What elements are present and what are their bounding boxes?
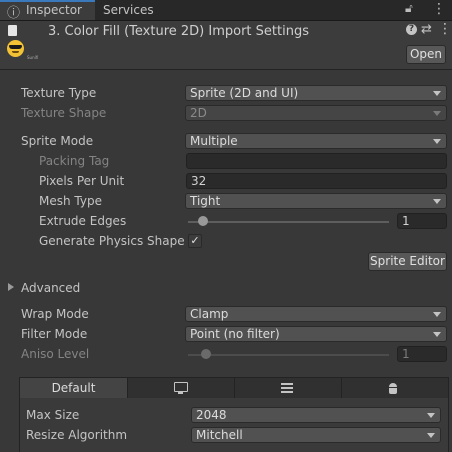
filter-mode-value: Point (no filter) — [190, 327, 280, 341]
sprite-mode-value: Multiple — [190, 134, 238, 148]
sprite-mode-label: Sprite Mode — [21, 134, 94, 148]
tab-standalone-platform[interactable] — [128, 378, 235, 399]
context-menu-icon[interactable]: ⋮ — [438, 21, 452, 37]
android-icon — [388, 383, 398, 394]
filter-mode-dropdown[interactable]: Point (no filter) — [185, 326, 447, 342]
mesh-type-dropdown[interactable]: Tight — [185, 193, 447, 209]
extrude-edges-field[interactable]: 1 — [397, 213, 447, 229]
packing-tag-label: Packing Tag — [39, 154, 110, 168]
kebab-menu-icon[interactable]: ⋮ — [432, 1, 446, 17]
tab-server-platform[interactable] — [235, 378, 342, 399]
pixels-per-unit-field[interactable]: 32 — [186, 173, 447, 189]
resize-algorithm-value: Mitchell — [196, 428, 243, 442]
chevron-down-icon — [433, 111, 441, 116]
texture-type-dropdown[interactable]: Sprite (2D and UI) — [185, 85, 447, 101]
advanced-foldout[interactable]: Advanced — [21, 281, 80, 295]
aniso-level-slider-track — [188, 354, 389, 356]
chevron-down-icon — [433, 91, 441, 96]
resize-algorithm-label: Resize Algorithm — [26, 428, 128, 442]
info-icon: ⓘ — [7, 6, 21, 21]
mesh-type-label: Mesh Type — [39, 194, 102, 208]
max-size-dropdown[interactable]: 2048 — [191, 407, 441, 423]
max-size-label: Max Size — [26, 408, 80, 422]
chevron-down-icon — [433, 312, 441, 317]
foldout-arrow-icon[interactable] — [8, 283, 14, 291]
chevron-down-icon — [433, 139, 441, 144]
platform-tab-bar: Default — [19, 377, 449, 399]
extrude-edges-label: Extrude Edges — [39, 214, 127, 228]
extrude-edges-slider-handle[interactable] — [197, 216, 208, 226]
smile-shape — [12, 51, 19, 53]
asset-thumbnail-icon — [7, 40, 24, 57]
open-button[interactable]: Open — [406, 45, 446, 64]
wrap-mode-value: Clamp — [190, 307, 229, 321]
sprite-mode-dropdown[interactable]: Multiple — [185, 133, 447, 149]
chevron-down-icon — [433, 332, 441, 337]
aniso-level-slider-handle — [201, 349, 212, 359]
aniso-level-field: 1 — [397, 346, 447, 362]
max-size-value: 2048 — [196, 408, 227, 422]
texture-shape-dropdown: 2D — [185, 105, 447, 121]
generate-physics-shape-checkbox[interactable]: ✓ — [188, 234, 202, 248]
wrap-mode-dropdown[interactable]: Clamp — [185, 306, 447, 322]
mesh-type-value: Tight — [190, 194, 221, 208]
tab-default-platform[interactable]: Default — [20, 378, 128, 399]
thumbnail-caption: Sunifi — [27, 55, 39, 60]
tab-inspector[interactable]: ⓘ Inspector — [0, 0, 95, 21]
tab-services[interactable]: Services — [103, 3, 154, 17]
chevron-down-icon — [433, 199, 441, 204]
monitor-icon — [174, 382, 188, 394]
generate-physics-shape-label: Generate Physics Shape — [39, 234, 185, 248]
texture-shape-value: 2D — [190, 106, 207, 120]
texture-type-value: Sprite (2D and UI) — [190, 86, 299, 100]
help-icon[interactable]: ? — [406, 24, 417, 35]
chevron-down-icon — [427, 413, 435, 418]
pixels-per-unit-label: Pixels Per Unit — [39, 174, 125, 188]
packing-tag-field[interactable] — [186, 153, 447, 169]
aniso-level-label: Aniso Level — [21, 347, 90, 361]
tab-android-platform[interactable] — [342, 378, 449, 399]
lock-icon[interactable]: 🔓︎ — [405, 1, 413, 16]
sprite-editor-button[interactable]: Sprite Editor — [368, 252, 447, 271]
resize-algorithm-dropdown[interactable]: Mitchell — [191, 427, 441, 443]
texture-shape-label: Texture Shape — [21, 106, 107, 120]
server-icon — [281, 383, 293, 393]
tab-inspector-label: Inspector — [26, 3, 82, 17]
sunglasses-shape — [9, 45, 22, 49]
wrap-mode-label: Wrap Mode — [21, 307, 89, 321]
page-title: 3. Color Fill (Texture 2D) Import Settin… — [48, 24, 309, 39]
preset-settings-icon[interactable]: ⇄ — [421, 22, 432, 37]
filter-mode-label: Filter Mode — [21, 327, 88, 341]
chevron-down-icon — [427, 433, 435, 438]
texture-type-label: Texture Type — [21, 86, 97, 100]
file-icon — [8, 25, 17, 36]
extrude-edges-slider-track[interactable] — [188, 221, 389, 223]
